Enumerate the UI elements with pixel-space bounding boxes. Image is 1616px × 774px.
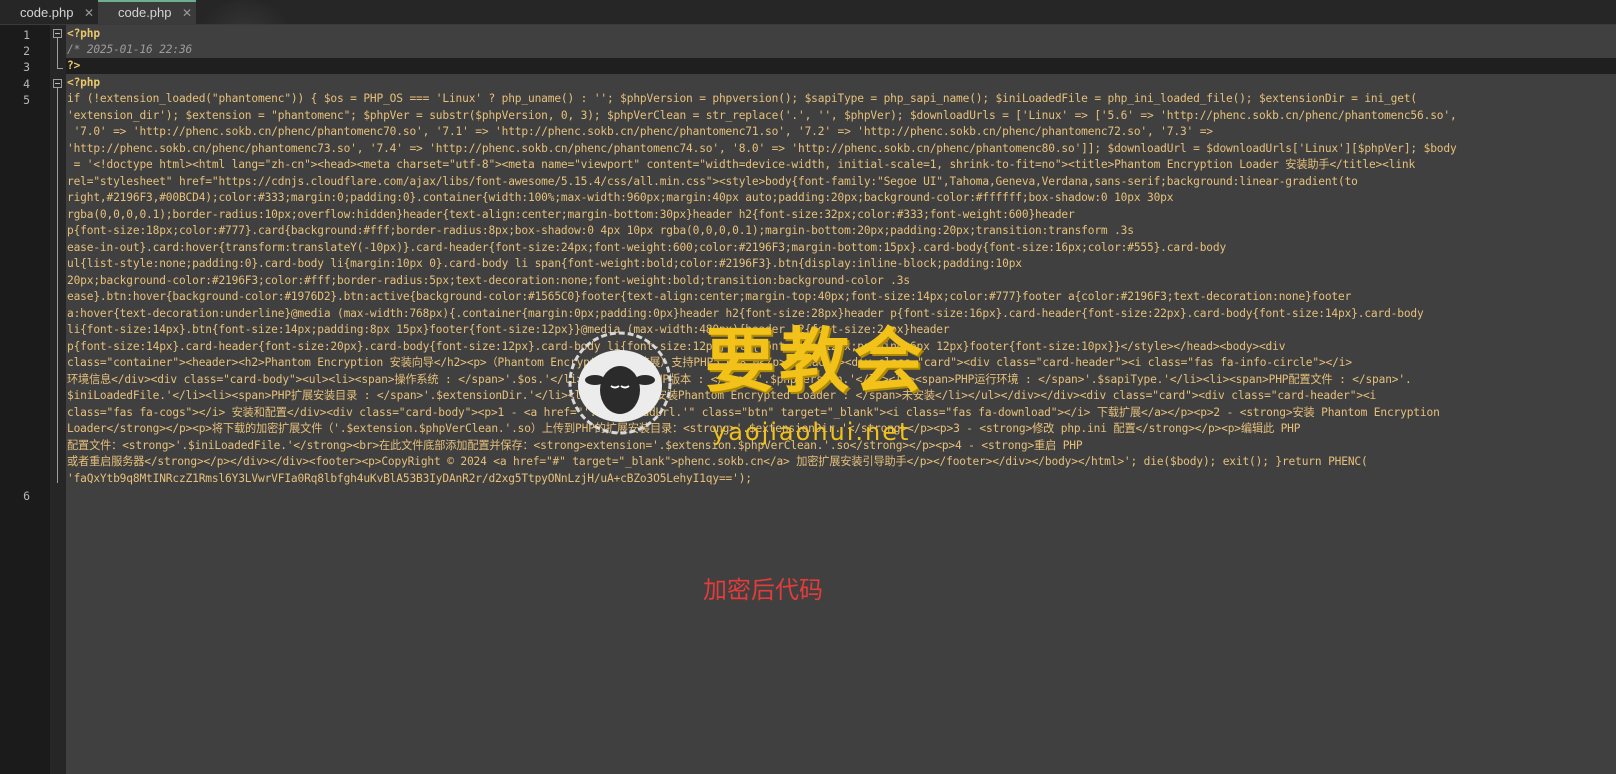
code-line-5-wrap: 'extension_dir'); $extension = "phantome… <box>67 108 1457 122</box>
line-number: 2 <box>23 44 30 58</box>
line-number: 3 <box>23 60 30 74</box>
code-line-5-wrap: if (!extension_loaded("phantomenc")) { $… <box>67 92 1418 105</box>
code-line-5-wrap: 'http://phenc.sokb.cn/phenc/phantomenc73… <box>67 141 1457 155</box>
fold-toggle-icon[interactable] <box>53 29 62 38</box>
code-line-5-wrap: ease-in-out}.card:hover{transform:transl… <box>67 240 1227 254</box>
code-line-3: ?> <box>67 59 81 72</box>
code-line-5-wrap: p{font-size:18px;color:#777}.card{backgr… <box>67 224 1134 237</box>
tab-code-php-2[interactable]: code.php ✕ <box>98 0 196 24</box>
code-line-5-wrap: ease}.btn:hover{background-color:#1976D2… <box>67 290 1352 303</box>
watermark-url: yaojiaohui.net <box>712 418 911 446</box>
code-line-2: /* 2025-01-16 22:36 <box>67 43 193 56</box>
caption-label: 加密后代码 <box>703 576 823 604</box>
line-number: 5 <box>23 93 30 107</box>
watermark-title: 要教会 <box>705 320 927 402</box>
code-line-5-wrap: rel="stylesheet" href="https://cdnjs.clo… <box>67 174 1358 188</box>
code-line-4: <?php <box>67 76 100 89</box>
current-line-highlight <box>66 58 1616 74</box>
code-line-5-wrap: p{font-size:14px}.card-header{font-size:… <box>67 339 1286 353</box>
close-icon[interactable]: ✕ <box>182 2 192 24</box>
sheep-logo-icon <box>568 331 672 435</box>
fold-end <box>57 68 63 69</box>
code-line-5-wrap: 20px;background-color:#2196F3;color:#fff… <box>67 273 910 287</box>
close-icon[interactable]: ✕ <box>84 2 94 24</box>
fold-margin <box>50 25 66 774</box>
fold-line <box>57 88 58 483</box>
code-line-5-wrap: 配置文件：<strong>'.$iniLoadedFile.'</strong>… <box>67 438 1083 452</box>
code-line-5-wrap: Loader</strong></p><p>将下载的加密扩展文件（'.$exte… <box>67 422 1301 435</box>
line-number: 6 <box>23 489 30 503</box>
line-number: 4 <box>23 77 30 91</box>
code-line-5-wrap: right,#2196F3,#00BCD4);color:#333;margin… <box>67 191 1174 204</box>
tab-code-php-1[interactable]: code.php ✕ <box>0 2 98 24</box>
code-line-5-wrap: rgba(0,0,0,0.1);border-radius:10px;overf… <box>67 207 1075 221</box>
fold-line <box>57 38 58 68</box>
tab-label: code.php <box>118 5 172 20</box>
fold-toggle-icon[interactable] <box>53 79 62 88</box>
line-number: 1 <box>23 28 30 42</box>
code-line-5-wrap: 'faQxYtb9q8MtINRczZ1Rmsl6Y3LVwrVFIa0Rq8l… <box>67 471 752 485</box>
code-line-5-wrap: ul{list-style:none;padding:0}.card-body … <box>67 257 1022 270</box>
code-line-5-wrap: '7.0' => 'http://phenc.sokb.cn/phenc/pha… <box>67 125 1213 138</box>
code-line-5-wrap: = '<!doctype html><html lang="zh-cn"><he… <box>67 158 1416 171</box>
code-line-1: <?php <box>67 27 100 40</box>
tab-label: code.php <box>20 5 74 20</box>
line-number-gutter: 1 2 3 4 5 6 <box>0 25 50 774</box>
code-line-5-wrap: 或者重启服务器</strong></p></div></div><footer>… <box>67 455 1368 468</box>
